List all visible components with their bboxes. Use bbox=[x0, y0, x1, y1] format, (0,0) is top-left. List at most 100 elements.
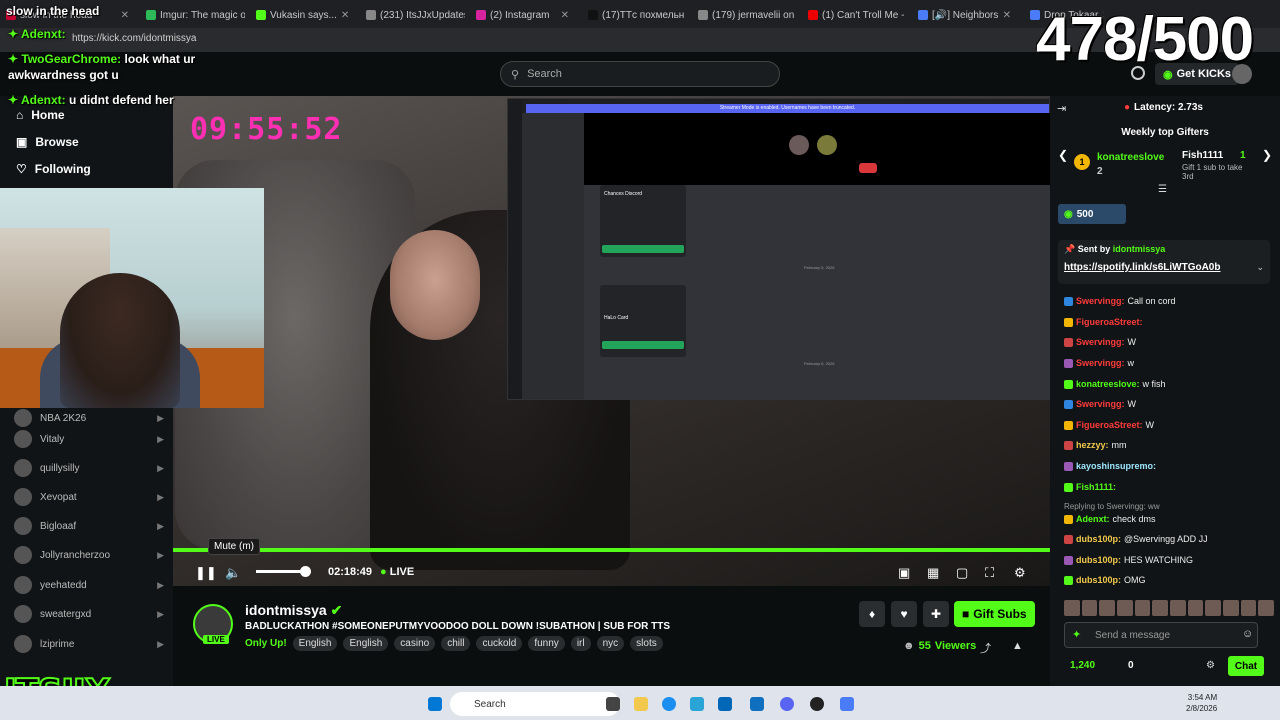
chat-message[interactable]: Fish1111: bbox=[1064, 482, 1274, 492]
chat-message[interactable]: dubs100p: HES WATCHING bbox=[1064, 555, 1274, 565]
obs-icon[interactable] bbox=[810, 697, 824, 711]
nav-browse[interactable]: ▣ Browse bbox=[16, 135, 79, 149]
miniplayer-icon[interactable]: ▢ bbox=[956, 565, 968, 581]
stream-tag[interactable]: casino bbox=[394, 636, 436, 651]
chat-message[interactable]: dubs100p: OMG bbox=[1064, 575, 1274, 585]
progress-bar[interactable] bbox=[173, 548, 1050, 552]
chat-username[interactable]: Fish1111: bbox=[1076, 482, 1116, 492]
chat-username[interactable]: dubs100p: bbox=[1076, 534, 1121, 544]
taskbar-clock[interactable]: 3:54 AM 2/8/2026 bbox=[1186, 692, 1217, 714]
settings-icon[interactable]: ⚙ bbox=[1014, 565, 1026, 581]
chat-username[interactable]: konatreeslove: bbox=[1076, 379, 1140, 389]
browser-tab[interactable]: Imgur: The magic of✕ bbox=[140, 4, 245, 26]
chat-message[interactable]: FigueroaStreet: W bbox=[1064, 420, 1274, 430]
emoji-icon[interactable]: ☺ bbox=[1242, 628, 1253, 640]
collapse-chat-icon[interactable]: ⇥ bbox=[1057, 102, 1066, 115]
theater-icon[interactable]: ▣ bbox=[898, 565, 910, 581]
second-gifter-name[interactable]: Fish1111 bbox=[1182, 150, 1223, 161]
close-icon[interactable]: ✕ bbox=[1003, 10, 1011, 21]
follow-heart-icon[interactable]: ♥ bbox=[891, 601, 917, 627]
chat-username[interactable]: kayoshinsupremo: bbox=[1076, 461, 1156, 471]
pinned-link[interactable]: https://spotify.link/s6LiWTGoA0b bbox=[1064, 262, 1220, 273]
chat-message[interactable]: Swervingg: W bbox=[1064, 337, 1274, 347]
chat-message[interactable]: hezzyy: mm bbox=[1064, 440, 1274, 450]
emote-bar[interactable] bbox=[1064, 600, 1275, 618]
browser-tab[interactable]: (231) ItsJJxUpdates o✕ bbox=[360, 4, 465, 26]
search-input[interactable]: ⚲ Search bbox=[500, 61, 780, 87]
chat-username[interactable]: dubs100p: bbox=[1076, 555, 1121, 565]
edge-icon[interactable] bbox=[662, 697, 676, 711]
chat-message[interactable]: Adenxt: check dms bbox=[1064, 514, 1274, 524]
chat-username[interactable]: Swervingg: bbox=[1076, 399, 1125, 409]
sidebar-channel[interactable]: Bigloaaf ▶ bbox=[14, 516, 164, 536]
chat-username[interactable]: Swervingg: bbox=[1076, 358, 1125, 368]
browser-tab[interactable]: (1) Can't Troll Me - Y✕ bbox=[802, 4, 907, 26]
sidebar-channel[interactable]: Xevopat ▶ bbox=[14, 487, 164, 507]
chat-message[interactable]: Swervingg: Call on cord bbox=[1064, 296, 1274, 306]
report-icon[interactable]: ▲ bbox=[1012, 640, 1023, 652]
chat-settings-icon[interactable]: ⚙ bbox=[1206, 660, 1215, 671]
pause-icon[interactable]: ❚❚ bbox=[195, 565, 217, 581]
nav-home[interactable]: ⌂ Home bbox=[16, 108, 65, 122]
store-icon[interactable] bbox=[750, 697, 764, 711]
expand-icon[interactable]: ☰ bbox=[1158, 184, 1167, 195]
nav-following[interactable]: ♡ Following bbox=[16, 162, 91, 176]
stream-tag[interactable]: chill bbox=[441, 636, 471, 651]
chat-input[interactable]: Send a message bbox=[1064, 622, 1258, 648]
sidebar-channel[interactable]: yeehatedd ▶ bbox=[14, 575, 164, 595]
chat-username[interactable]: hezzyy: bbox=[1076, 440, 1109, 450]
chat-message[interactable]: Swervingg: w bbox=[1064, 358, 1274, 368]
mail-icon[interactable] bbox=[718, 697, 732, 711]
file-explorer-icon[interactable] bbox=[634, 697, 648, 711]
fullscreen-icon[interactable]: ⛶ bbox=[985, 565, 994, 581]
close-icon[interactable]: ✕ bbox=[341, 10, 349, 21]
volume-icon[interactable]: 🔈 bbox=[225, 565, 241, 581]
chat-username[interactable]: Adenxt: bbox=[1076, 514, 1110, 524]
taskbar-search[interactable]: Search bbox=[450, 692, 620, 716]
windows-start-icon[interactable] bbox=[428, 697, 442, 711]
bell-icon[interactable]: ♦ bbox=[859, 601, 885, 627]
prev-arrow-icon[interactable]: ❮ bbox=[1058, 148, 1068, 162]
volume-slider[interactable] bbox=[256, 570, 306, 573]
top-gifter-name[interactable]: konatreeslove bbox=[1097, 152, 1164, 163]
browser-tab[interactable]: Vukasin says... ✕ bbox=[250, 4, 355, 26]
sidebar-channel[interactable]: Vitaly ▶ bbox=[14, 429, 164, 449]
chat-message[interactable]: Replying to Swervingg: ww bbox=[1064, 502, 1274, 511]
sidebar-channel[interactable]: quillysilly ▶ bbox=[14, 458, 164, 478]
chat-message[interactable]: konatreeslove: w fish bbox=[1064, 379, 1274, 389]
sidebar-channel[interactable]: Jollyrancherzoo ▶ bbox=[14, 545, 164, 565]
stream-tag[interactable]: nyc bbox=[596, 636, 625, 651]
chat-username[interactable]: dubs100p: bbox=[1076, 575, 1121, 585]
clip-icon[interactable]: ▦ bbox=[927, 565, 939, 581]
browser-tab[interactable]: [🔊] Neighbors ✕ bbox=[912, 4, 1017, 26]
chat-message[interactable]: dubs100p: @Swervingg ADD JJ bbox=[1064, 534, 1274, 544]
channel-points[interactable]: 1,240 bbox=[1070, 660, 1095, 671]
volume-knob[interactable] bbox=[300, 566, 311, 577]
sidebar-channel[interactable]: sweatergxd ▶ bbox=[14, 604, 164, 624]
chat-username[interactable]: FigueroaStreet: bbox=[1076, 317, 1143, 327]
close-icon[interactable]: ✕ bbox=[121, 10, 129, 21]
category-link[interactable]: Only Up! bbox=[245, 638, 287, 649]
sidebar-channel[interactable]: NBA 2K26 ▶ bbox=[14, 408, 164, 428]
browser-tab[interactable]: (17)TTс похмельн✕ bbox=[582, 4, 687, 26]
stream-tag[interactable]: irl bbox=[570, 636, 591, 651]
url-text[interactable]: https://kick.com/idontmissya bbox=[72, 33, 196, 44]
discord-icon[interactable] bbox=[780, 697, 794, 711]
chat-username[interactable]: Swervingg: bbox=[1076, 296, 1125, 306]
chat-username[interactable]: Swervingg: bbox=[1076, 337, 1125, 347]
chat-message[interactable]: FigueroaStreet: bbox=[1064, 317, 1274, 327]
browser-tab[interactable]: (2) Instagram ✕ bbox=[470, 4, 575, 26]
browser-tab[interactable]: (179) jermavelii on X✕ bbox=[692, 4, 797, 26]
app-icon[interactable] bbox=[840, 697, 854, 711]
chevron-down-icon[interactable]: ⌄ bbox=[1256, 262, 1264, 273]
next-arrow-icon[interactable]: ❯ bbox=[1262, 148, 1272, 162]
app-icon[interactable] bbox=[690, 697, 704, 711]
share-icon[interactable]: ⤴ bbox=[980, 640, 991, 656]
task-view-icon[interactable] bbox=[606, 697, 620, 711]
chat-message[interactable]: kayoshinsupremo: bbox=[1064, 461, 1274, 471]
gift-subs-button[interactable]: ■ Gift Subs bbox=[954, 601, 1035, 627]
close-icon[interactable]: ✕ bbox=[561, 10, 569, 21]
chat-username[interactable]: FigueroaStreet: bbox=[1076, 420, 1143, 430]
stream-tag[interactable]: funny bbox=[528, 636, 565, 651]
chat-message[interactable]: Swervingg: W bbox=[1064, 399, 1274, 409]
